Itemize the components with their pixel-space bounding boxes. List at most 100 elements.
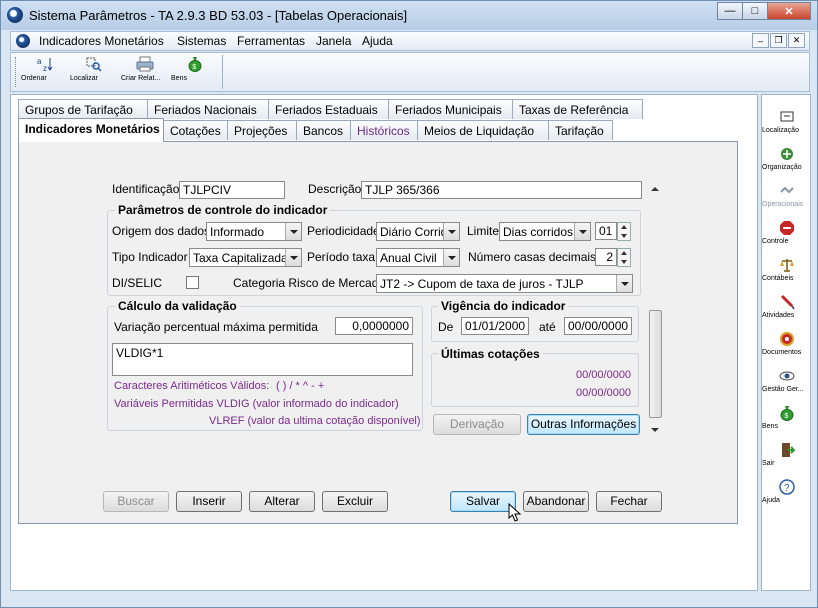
cotacao-2: 00/00/0000 bbox=[576, 387, 632, 399]
toolbar-grip[interactable] bbox=[15, 57, 18, 87]
chevron-down-icon[interactable] bbox=[443, 249, 459, 266]
alterar-button[interactable]: Alterar bbox=[249, 491, 315, 512]
chevron-down-icon[interactable] bbox=[443, 223, 459, 240]
periodo-select[interactable]: Anual Civil bbox=[376, 248, 460, 267]
minimize-button[interactable]: — bbox=[717, 2, 743, 20]
excluir-button[interactable]: Excluir bbox=[322, 491, 388, 512]
sidebar-item-atividades[interactable]: Atividades bbox=[762, 294, 812, 319]
sidebar-item-gestao[interactable]: Gestão Ger... bbox=[762, 368, 812, 393]
app-logo-icon bbox=[7, 7, 23, 23]
categoria-select[interactable]: JT2 -> Cupom de taxa de juros - TJLP bbox=[376, 274, 633, 293]
diselic-checkbox[interactable] bbox=[186, 276, 199, 289]
params-title: Parâmetros de controle do indicador bbox=[115, 203, 331, 217]
variacao-field[interactable]: 0,0000000 bbox=[335, 317, 413, 335]
chevron-down-icon[interactable] bbox=[574, 223, 590, 240]
tab-meios-liquidacao[interactable]: Meios de Liquidação bbox=[417, 120, 549, 140]
sidebar-item-label: Controle bbox=[762, 238, 789, 245]
chevron-down-icon[interactable] bbox=[616, 275, 632, 292]
formula-textarea[interactable]: VLDIG*1 bbox=[112, 343, 413, 376]
svg-text:?: ? bbox=[784, 483, 790, 494]
maximize-button[interactable]: □ bbox=[742, 2, 768, 20]
salvar-button[interactable]: Salvar bbox=[450, 491, 516, 512]
sidebar-item-label: Localização bbox=[762, 127, 799, 134]
tab-grupos-tarifacao[interactable]: Grupos de Tarifação bbox=[18, 99, 148, 119]
chevron-down-icon[interactable] bbox=[285, 249, 301, 266]
periodo-label: Período taxa bbox=[307, 250, 376, 264]
tab-cotacoes[interactable]: Cotações bbox=[163, 120, 228, 140]
limite-spinner[interactable] bbox=[617, 222, 631, 241]
scroll-thumb[interactable] bbox=[649, 310, 662, 418]
window-controls: — □ ✕ bbox=[717, 2, 811, 20]
close-button[interactable]: ✕ bbox=[767, 2, 811, 20]
sidebar-item-label: Documentos bbox=[762, 349, 802, 356]
mdi-minimize-button[interactable]: – bbox=[752, 33, 769, 48]
sidebar-item-ajuda[interactable]: ? Ajuda bbox=[762, 479, 812, 504]
descricao-field[interactable]: TJLP 365/366 bbox=[361, 181, 642, 199]
limite-number-field[interactable]: 01 bbox=[595, 222, 617, 240]
sidebar-item-localizacao[interactable]: Localização bbox=[762, 109, 812, 134]
sidebar-item-documentos[interactable]: Documentos bbox=[762, 331, 812, 356]
tipo-indicador-select[interactable]: Taxa Capitalizada bbox=[189, 248, 302, 267]
identificacao-field[interactable]: TJLPCIV bbox=[179, 181, 285, 199]
form-scrollbar[interactable] bbox=[649, 182, 662, 436]
chevron-down-icon[interactable] bbox=[285, 223, 301, 240]
fechar-button[interactable]: Fechar bbox=[596, 491, 662, 512]
sidebar-item-sair[interactable]: Sair bbox=[762, 442, 812, 467]
sidebar-item-bens[interactable]: $ Bens bbox=[762, 405, 812, 430]
tab-bancos[interactable]: Bancos bbox=[296, 120, 351, 140]
menu-sistemas[interactable]: Sistemas bbox=[177, 34, 226, 48]
app-window: Sistema Parâmetros - TA 2.9.3 BD 53.03 -… bbox=[0, 0, 818, 608]
derivacao-button[interactable]: Derivação bbox=[433, 414, 521, 435]
menu-indicadores[interactable]: Indicadores Monetários bbox=[39, 34, 164, 48]
cotacao-1: 00/00/0000 bbox=[576, 369, 632, 381]
abandonar-button[interactable]: Abandonar bbox=[523, 491, 589, 512]
location-icon bbox=[780, 111, 794, 122]
find-button[interactable]: Localizar bbox=[70, 56, 118, 90]
create-report-button[interactable]: Criar Relat... bbox=[121, 56, 169, 90]
de-date-field[interactable]: 01/01/2000 bbox=[461, 317, 529, 335]
scroll-up-icon[interactable] bbox=[651, 187, 659, 191]
limite-select[interactable]: Dias corridos bbox=[499, 222, 591, 241]
sidebar-item-label: Atividades bbox=[762, 312, 795, 319]
inserir-button[interactable]: Inserir bbox=[176, 491, 242, 512]
sidebar-item-operacionais: Operacionais bbox=[762, 183, 812, 208]
bens-toolbar-button[interactable]: $ Bens bbox=[171, 56, 219, 90]
tab-taxas-referencia[interactable]: Taxas de Referência bbox=[512, 99, 643, 119]
sidebar-item-contabeis[interactable]: Contábeis bbox=[762, 257, 812, 282]
sidebar-item-controle[interactable]: Controle bbox=[762, 220, 812, 245]
cotacoes-title: Últimas cotações bbox=[438, 347, 543, 361]
periodicidade-select[interactable]: Diário Corrido bbox=[376, 222, 460, 241]
tab-historicos[interactable]: Históricos bbox=[350, 120, 418, 140]
casas-decimais-spinner[interactable] bbox=[617, 248, 631, 267]
exit-door-icon bbox=[782, 443, 795, 457]
tab-feriados-nacionais[interactable]: Feriados Nacionais bbox=[147, 99, 270, 119]
tab-tarifacao[interactable]: Tarifação bbox=[548, 120, 613, 140]
svg-text:$: $ bbox=[784, 413, 788, 420]
menu-janela[interactable]: Janela bbox=[316, 34, 351, 48]
tab-projecoes[interactable]: Projeções bbox=[227, 120, 297, 140]
menu-ajuda[interactable]: Ajuda bbox=[362, 34, 393, 48]
tab-indicadores-monetarios[interactable]: Indicadores Monetários bbox=[18, 118, 164, 142]
sidebar-item-organizacao[interactable]: Organização bbox=[762, 146, 812, 171]
money-bag-icon: $ bbox=[780, 406, 794, 421]
outras-informacoes-button[interactable]: Outras Informações bbox=[527, 414, 640, 435]
mdi-close-button[interactable]: ✕ bbox=[788, 33, 805, 48]
mdi-child-icon[interactable] bbox=[16, 34, 30, 48]
identificacao-label: Identificação bbox=[112, 182, 180, 196]
toolbar: az Ordenar Localizar Criar Relat... $ Be… bbox=[10, 52, 810, 92]
origem-select[interactable]: Informado bbox=[206, 222, 302, 241]
mdi-controls: – ❐ ✕ bbox=[751, 33, 805, 48]
find-icon bbox=[86, 57, 102, 72]
scroll-down-icon[interactable] bbox=[651, 428, 659, 432]
casas-decimais-field[interactable]: 2 bbox=[595, 248, 617, 266]
sidebar-item-label: Contábeis bbox=[762, 275, 794, 282]
buscar-button[interactable]: Buscar bbox=[103, 491, 169, 512]
tab-feriados-municipais[interactable]: Feriados Municipais bbox=[388, 99, 513, 119]
sort-button[interactable]: az Ordenar bbox=[21, 56, 69, 90]
menu-ferramentas[interactable]: Ferramentas bbox=[237, 34, 305, 48]
mdi-restore-button[interactable]: ❐ bbox=[770, 33, 787, 48]
tab-feriados-estaduais[interactable]: Feriados Estaduais bbox=[268, 99, 390, 119]
variacao-label: Variação percentual máxima permitida bbox=[114, 320, 318, 334]
ate-date-field[interactable]: 00/00/0000 bbox=[564, 317, 632, 335]
right-sidebar: Localização Organização Operacionais Con… bbox=[761, 94, 811, 591]
